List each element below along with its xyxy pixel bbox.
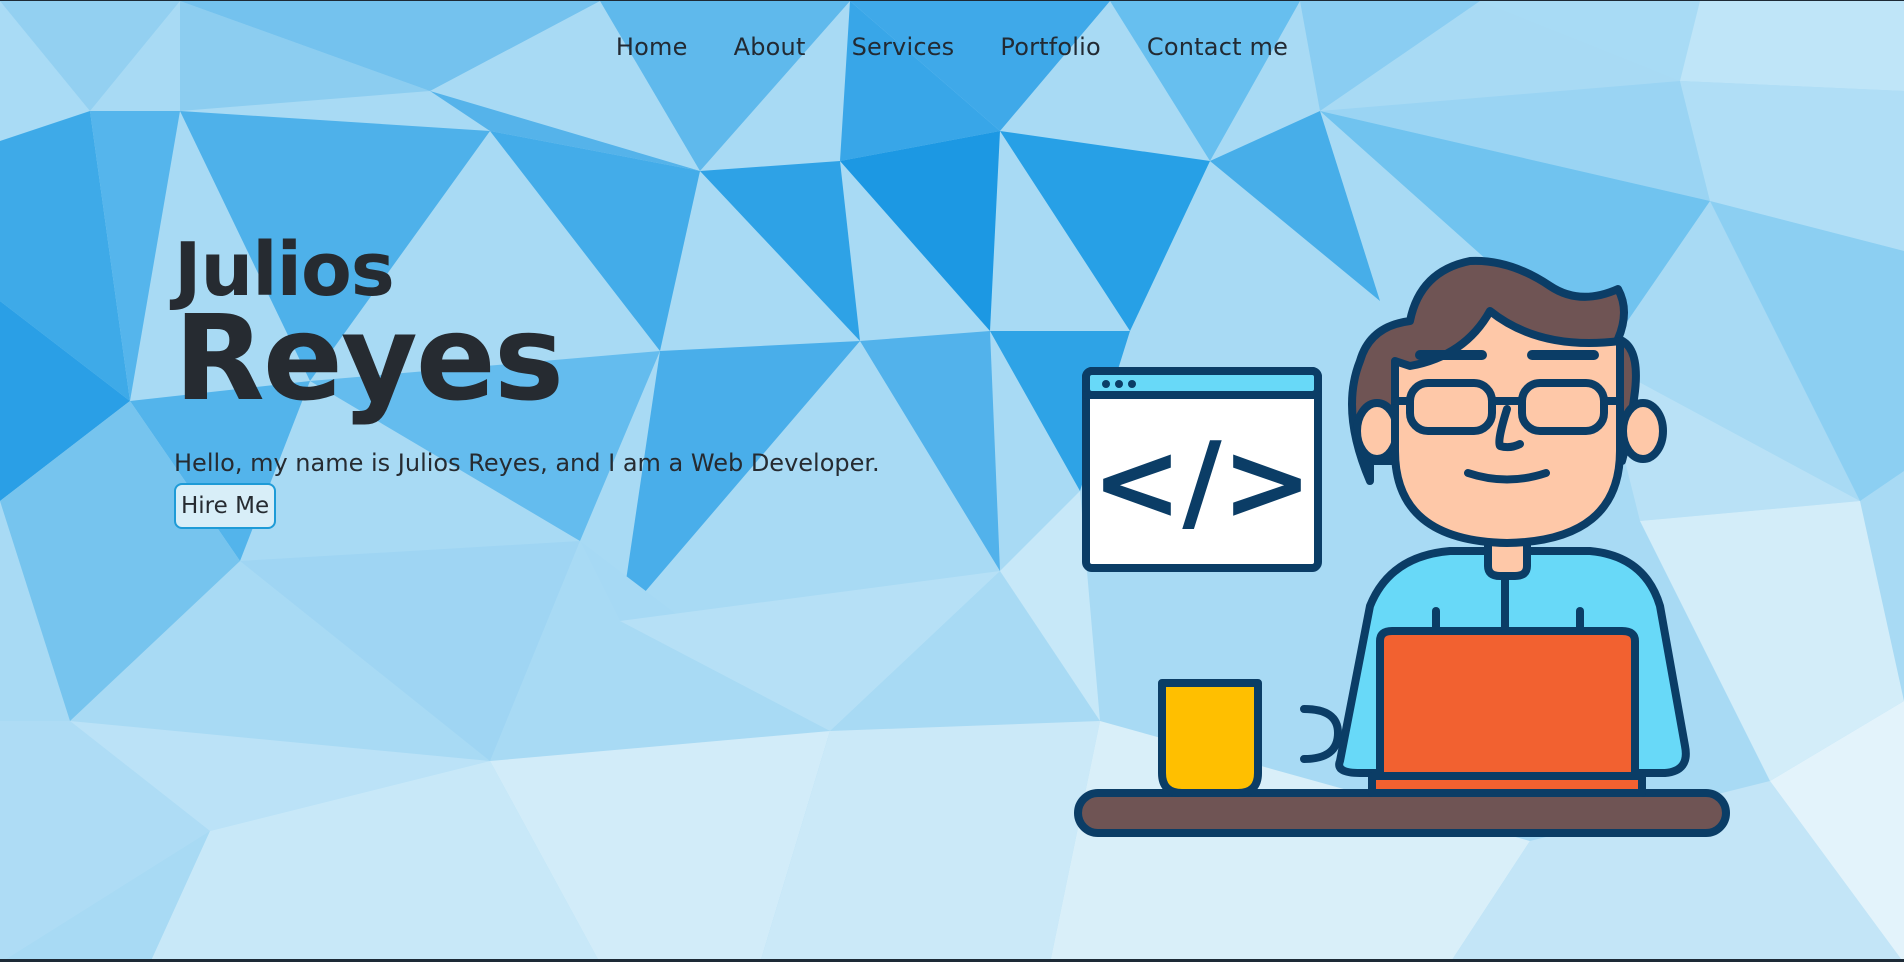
nav-about-link[interactable]: About — [711, 27, 829, 67]
laptop-icon — [1368, 627, 1646, 797]
hero-intro-text: Hello, my name is Julios Reyes, and I am… — [174, 449, 880, 477]
hero-section: Julios Reyes Hello, my name is Julios Re… — [174, 233, 880, 529]
page: Home About Services Portfolio Contact me… — [0, 0, 1904, 962]
code-brackets-icon: </> — [1092, 420, 1312, 545]
hero-last-name: Reyes — [174, 289, 564, 427]
nav-portfolio-link[interactable]: Portfolio — [977, 27, 1124, 67]
main-nav: Home About Services Portfolio Contact me — [0, 27, 1904, 67]
nav-contact-link[interactable]: Contact me — [1124, 27, 1311, 67]
coffee-mug-icon — [1158, 679, 1342, 797]
hire-me-button[interactable]: Hire Me — [174, 483, 277, 529]
developer-illustration: </> — [1074, 256, 1730, 837]
nav-home-link[interactable]: Home — [593, 27, 711, 67]
nav-services-link[interactable]: Services — [829, 27, 978, 67]
